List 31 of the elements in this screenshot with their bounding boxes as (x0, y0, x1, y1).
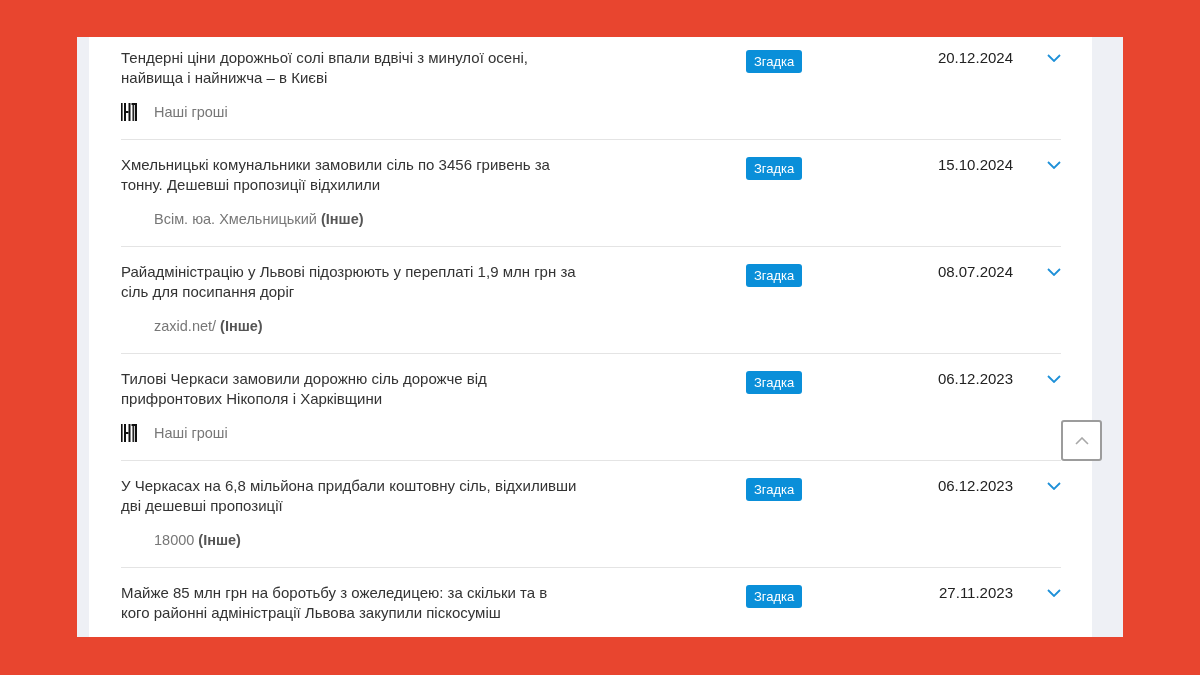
chevron-icon[interactable] (1047, 161, 1061, 169)
source-label: zaxid.net/ (Інше) (154, 317, 263, 336)
article-date: 06.12.2023 (937, 476, 1013, 496)
source-label: Наші гроші (154, 424, 228, 443)
chevron-icon[interactable] (1047, 268, 1061, 276)
article-date: 06.12.2023 (937, 369, 1013, 389)
type-badge: Згадка (746, 371, 803, 394)
article-date: 20.12.2024 (937, 48, 1013, 68)
article-title[interactable]: Тилові Черкаси замовили дорожню сіль дорожче від прифронтових Нікополя і Харківщини (121, 369, 487, 409)
type-badge: Згадка (746, 264, 803, 287)
scroll-to-top-button[interactable] (1061, 420, 1102, 461)
chevron-icon[interactable] (1047, 482, 1061, 490)
chevron-icon[interactable] (1047, 589, 1061, 597)
article-title[interactable]: Хмельницькі комунальники замовили сіль по 3456 гривень за тонну. Дешевші пропозиції відхилили (121, 155, 550, 195)
article-date: 27.11.2023 (939, 583, 1013, 603)
source-label: 18000 (Інше) (154, 531, 241, 550)
article-date: 15.10.2024 (937, 155, 1013, 175)
type-badge: Згадка (746, 585, 803, 608)
chevron-icon[interactable] (1047, 375, 1061, 383)
article-date: 08.07.2024 (937, 262, 1013, 282)
article-title[interactable]: Майже 85 млн грн на боротьбу з ожеледицею: за скільки та в кого районні адміністрації Львова закупили піскосуміш (121, 583, 548, 623)
article-title[interactable]: Тендерні ціни дорожньої солі впали вдвічі з минулої осені, найвища і найнижча – в Києві (121, 48, 528, 88)
article-title[interactable]: Райадміністрацію у Львові підозрюють у переплаті 1,9 млн грн за сіль для посипання доріг (121, 262, 576, 302)
type-badge: Згадка (746, 478, 803, 501)
type-badge: Згадка (746, 50, 803, 73)
article-title[interactable]: У Черкасах на 6,8 мільйона придбали коштовну сіль, відхиливши дві дешевші пропозиції (121, 476, 577, 516)
chevron-icon[interactable] (1047, 54, 1061, 62)
type-badge: Згадка (746, 157, 803, 180)
source-label: Наші гроші (154, 103, 228, 122)
chevron-up-icon (1074, 436, 1089, 445)
source-label: Всім. юа. Хмельницький (Інше) (154, 210, 364, 229)
